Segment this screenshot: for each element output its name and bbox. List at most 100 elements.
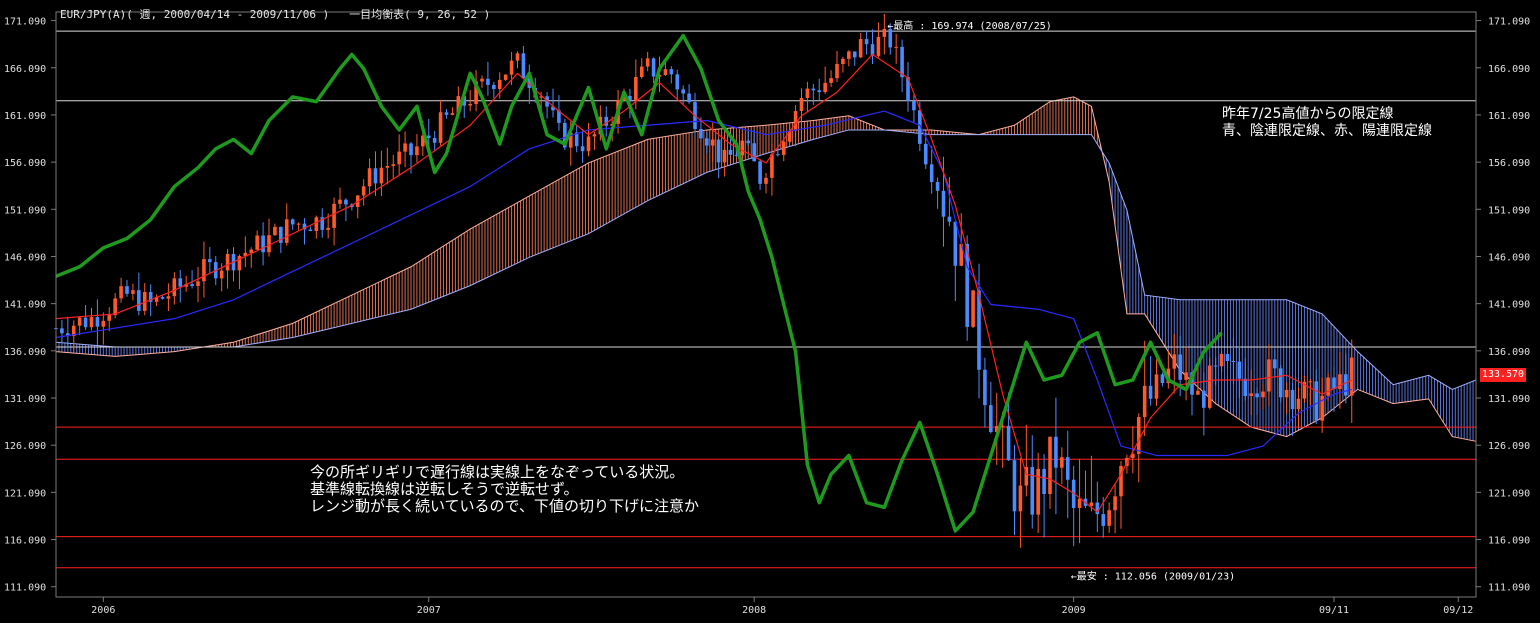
candle-body bbox=[1113, 496, 1117, 511]
candle-body bbox=[1184, 372, 1188, 380]
candle bbox=[515, 51, 520, 69]
candle bbox=[267, 218, 271, 257]
candle-body bbox=[95, 317, 100, 327]
candle bbox=[302, 218, 307, 245]
candle bbox=[261, 222, 265, 266]
candle-body bbox=[1012, 460, 1017, 512]
candle-body bbox=[332, 203, 336, 228]
candle-body bbox=[586, 136, 591, 152]
candle bbox=[71, 320, 76, 351]
candle bbox=[101, 312, 106, 345]
y-tick-label-left: 136.090 bbox=[4, 347, 46, 358]
candle bbox=[284, 203, 289, 246]
y-tick-label-left: 126.090 bbox=[4, 441, 46, 452]
candle bbox=[1302, 375, 1307, 403]
candle bbox=[1207, 358, 1212, 410]
x-tick-label: 2009 bbox=[1062, 605, 1086, 616]
candle bbox=[669, 66, 674, 84]
candle-body bbox=[77, 317, 82, 326]
main-note-line: 基準線転換線は逆転しそうで逆転せず。 bbox=[310, 480, 579, 498]
candle-body bbox=[663, 69, 668, 76]
candle-body bbox=[60, 328, 64, 334]
symbol-text: EUR/JPY(A)( 週, 2000/04/14 - 2009/11/06 ) bbox=[60, 8, 330, 21]
candles bbox=[54, 13, 1354, 548]
candle-body bbox=[509, 60, 514, 75]
candle bbox=[314, 215, 319, 239]
candle bbox=[858, 33, 863, 58]
candle-body bbox=[160, 296, 165, 299]
candle bbox=[172, 272, 177, 305]
candle bbox=[1060, 447, 1064, 484]
candle bbox=[852, 51, 857, 66]
candle bbox=[1296, 387, 1301, 428]
candle bbox=[438, 99, 443, 146]
candle-body bbox=[752, 143, 756, 162]
candle-body bbox=[1314, 381, 1319, 421]
y-tick-label-right: 151.090 bbox=[1488, 205, 1530, 216]
candle bbox=[503, 74, 508, 82]
candle-body bbox=[1202, 390, 1206, 408]
candle bbox=[1344, 353, 1348, 404]
candle bbox=[1184, 346, 1188, 401]
candle bbox=[929, 145, 934, 194]
candle-body bbox=[338, 199, 342, 204]
candle-body bbox=[645, 58, 650, 67]
candle bbox=[320, 208, 325, 238]
candle-body bbox=[208, 259, 212, 263]
candle bbox=[1166, 350, 1171, 389]
candle-body bbox=[1296, 398, 1301, 410]
candle-body bbox=[480, 78, 484, 82]
y-tick-label-left: 131.090 bbox=[4, 394, 46, 405]
candle-body bbox=[1036, 468, 1040, 515]
candle-body bbox=[385, 165, 390, 168]
candle bbox=[983, 357, 987, 428]
candle bbox=[1160, 372, 1165, 387]
candle-body bbox=[1344, 374, 1348, 396]
candle-body bbox=[397, 151, 401, 165]
candle-body bbox=[1136, 417, 1141, 454]
candle-body bbox=[681, 89, 685, 94]
candle bbox=[882, 13, 887, 55]
candle-body bbox=[722, 149, 727, 163]
candle-body bbox=[131, 290, 135, 294]
candle-body bbox=[1160, 374, 1165, 384]
candle bbox=[953, 221, 958, 302]
candle-body bbox=[953, 221, 958, 266]
candle bbox=[1237, 346, 1242, 398]
right-note-line: 青、陰連限定線、赤、陽連限定線 bbox=[1222, 123, 1432, 139]
candle-body bbox=[705, 138, 709, 146]
candle-body bbox=[858, 39, 863, 58]
candle-body bbox=[852, 51, 857, 58]
candle bbox=[243, 236, 248, 268]
candle bbox=[1278, 365, 1283, 403]
candle bbox=[1249, 370, 1253, 415]
candle-body bbox=[373, 168, 378, 184]
candle-body bbox=[515, 53, 520, 61]
candle-body bbox=[409, 143, 413, 156]
candle-body bbox=[876, 36, 881, 56]
candle bbox=[154, 294, 159, 307]
candle-body bbox=[196, 281, 200, 286]
candle-body bbox=[669, 69, 674, 75]
candle bbox=[876, 22, 881, 58]
candle-body bbox=[651, 58, 656, 77]
candle-body bbox=[178, 278, 183, 287]
x-tick-label: 09/11 bbox=[1319, 605, 1349, 616]
candle bbox=[486, 61, 490, 96]
candle bbox=[710, 121, 715, 163]
candle-body bbox=[308, 229, 313, 232]
candle bbox=[841, 56, 845, 73]
candle-body bbox=[125, 286, 129, 294]
candle-body bbox=[1178, 354, 1182, 380]
candle-body bbox=[592, 134, 597, 137]
candle bbox=[397, 134, 401, 175]
candle bbox=[1148, 355, 1153, 406]
candle-body bbox=[391, 164, 396, 166]
candle-body bbox=[403, 143, 407, 152]
candle-body bbox=[864, 39, 869, 45]
candle-body bbox=[83, 317, 88, 328]
candle-body bbox=[770, 154, 774, 178]
ichimoku-chart: 171.090 171.090 166.090 166.090 161.090 161.0… bbox=[4, 11, 1530, 616]
candle-body bbox=[1196, 390, 1200, 395]
candle-body bbox=[1054, 436, 1058, 468]
